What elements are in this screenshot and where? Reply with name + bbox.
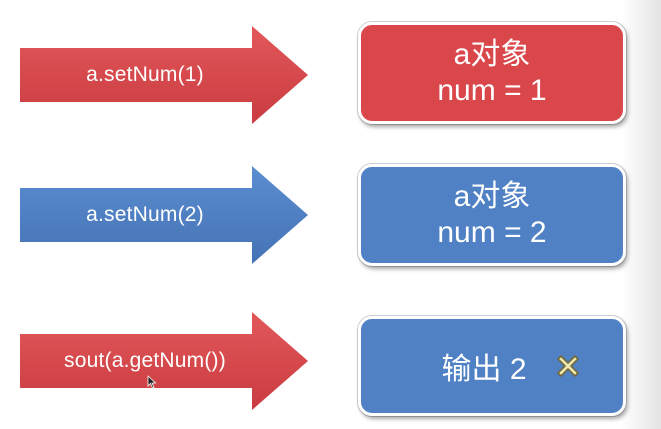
box-value: num = 1 [437,74,547,107]
diagram-canvas: a.setNum(1) a对象 num = 1 a.setNum(2) a对象 … [0,0,661,429]
box-title: a对象 [453,38,531,71]
box-title: a对象 [453,180,531,213]
object-box-num-1: a对象 num = 1 [358,22,626,124]
object-box-num-2: a对象 num = 2 [358,164,626,266]
arrow-label: a.setNum(2) [86,203,204,226]
arrow-sout-get-num: sout(a.getNum()) [20,312,308,410]
arrow-set-num-2: a.setNum(2) [20,166,308,264]
mouse-cursor-icon [147,375,157,389]
cross-icon [556,355,579,377]
box-value: num = 2 [437,216,547,249]
arrow-label: sout(a.getNum()) [64,349,226,372]
arrow-label: a.setNum(1) [86,63,204,86]
output-text: 输出 2 [441,353,527,386]
arrow-set-num-1: a.setNum(1) [20,26,308,124]
output-box: 输出 2 [358,316,626,416]
output-row: 输出 2 [401,344,582,388]
